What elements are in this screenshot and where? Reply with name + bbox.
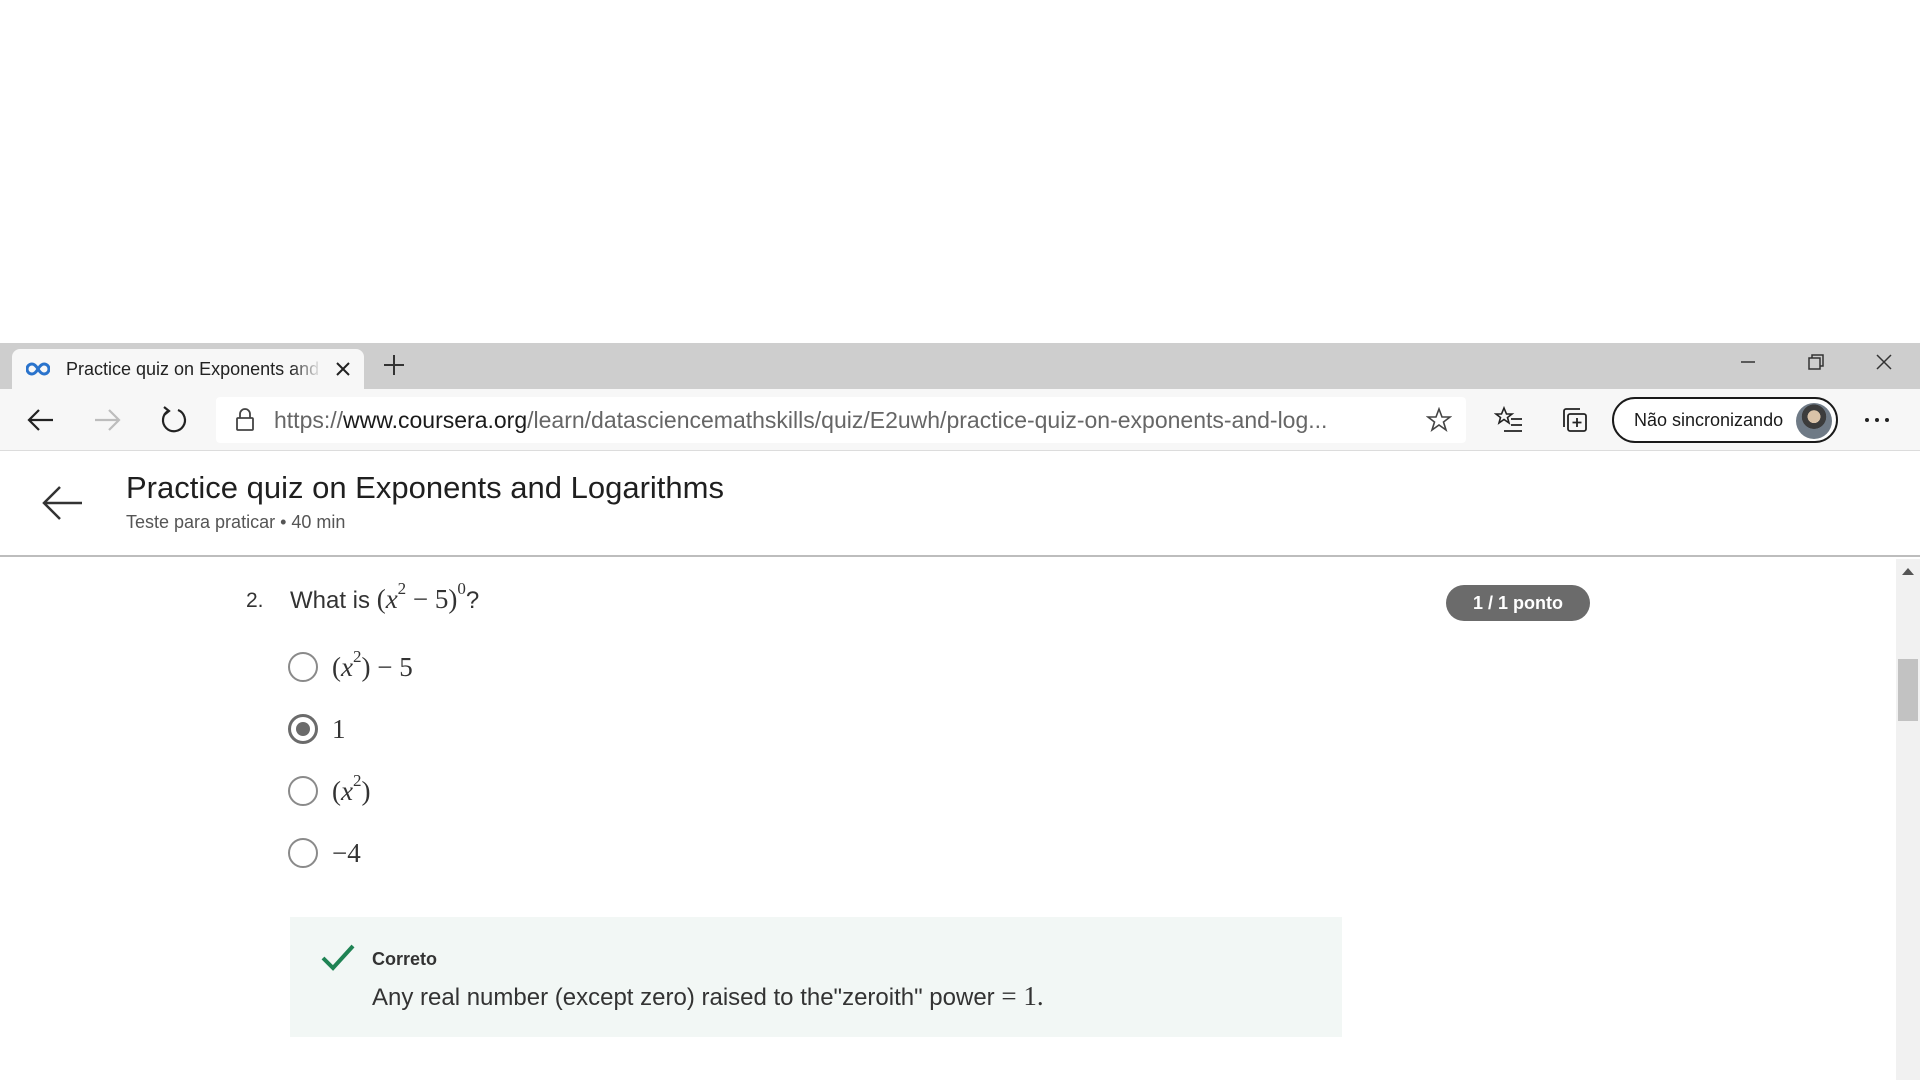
radio-button-selected[interactable]: [288, 714, 318, 744]
plus-icon[interactable]: [382, 353, 406, 377]
url-scheme: https://: [274, 406, 344, 433]
url-host: www.coursera.org: [343, 406, 528, 433]
browser-toolbar: https://www.coursera.org/learn/datascien…: [0, 389, 1920, 451]
page-header: Practice quiz on Exponents and Logarithm…: [0, 452, 1920, 557]
restore-icon[interactable]: [1798, 349, 1834, 375]
option-label: 1: [332, 713, 346, 744]
answer-option-b[interactable]: 1: [288, 709, 346, 749]
answer-option-c[interactable]: (x2): [288, 771, 370, 811]
collections-icon[interactable]: [1556, 401, 1594, 439]
question-math: (x2 − 5)0: [376, 579, 466, 614]
tab-strip: Practice quiz on Exponents and Logarithm…: [0, 343, 1920, 389]
page-title: Practice quiz on Exponents and Logarithm…: [126, 470, 724, 505]
feedback-explanation: Any real number (except zero) raised to …: [372, 984, 995, 1011]
scroll-thumb[interactable]: [1898, 659, 1918, 721]
radio-button[interactable]: [288, 652, 318, 682]
sync-profile-button[interactable]: Não sincronizando: [1612, 397, 1838, 443]
back-arrow-icon[interactable]: [40, 480, 86, 526]
window-close-icon[interactable]: [1866, 349, 1902, 375]
question-prefix: What is: [290, 587, 371, 614]
scrollbar[interactable]: [1896, 559, 1920, 1080]
page-subtitle: Teste para praticar • 40 min: [126, 512, 346, 532]
tab-title: Practice quiz on Exponents and Logarithm…: [66, 358, 322, 379]
favorites-icon[interactable]: [1490, 401, 1528, 439]
sync-label: Não sincronizando: [1634, 409, 1784, 430]
question-number: 2.: [246, 589, 264, 612]
option-label: (x2) − 5: [332, 647, 413, 682]
minimize-icon[interactable]: [1730, 349, 1766, 375]
feedback-text: Any real number (except zero) raised to …: [372, 981, 1044, 1012]
checkmark-icon: [321, 944, 355, 971]
radio-button[interactable]: [288, 776, 318, 806]
refresh-icon[interactable]: [154, 401, 192, 439]
forward-arrow-icon[interactable]: [88, 401, 126, 439]
option-label: (x2): [332, 771, 371, 806]
answer-option-d[interactable]: −4: [288, 833, 361, 873]
close-icon[interactable]: [332, 358, 354, 380]
feedback-box: Correto Any real number (except zero) ra…: [290, 917, 1342, 1037]
address-bar[interactable]: https://www.coursera.org/learn/datascien…: [216, 397, 1466, 443]
quiz-content: 2. What is (x2 − 5)0? 1 / 1 ponto (x2) −…: [0, 559, 1896, 1080]
browser-tab[interactable]: Practice quiz on Exponents and Logarithm…: [12, 349, 364, 389]
avatar: [1796, 403, 1832, 439]
question-text: What is (x2 − 5)0?: [290, 579, 480, 614]
more-icon[interactable]: [1858, 401, 1896, 439]
option-label: −4: [332, 837, 361, 868]
star-icon[interactable]: [1426, 407, 1452, 433]
points-badge: 1 / 1 ponto: [1446, 585, 1590, 621]
url-path: /learn/datasciencemathskills/quiz/E2uwh/…: [527, 406, 1328, 433]
radio-button[interactable]: [288, 838, 318, 868]
blank-area: [0, 0, 1920, 343]
scroll-up-arrow-icon[interactable]: [1900, 565, 1916, 577]
back-arrow-icon[interactable]: [22, 401, 60, 439]
url-text[interactable]: https://www.coursera.org/learn/datascien…: [274, 407, 1394, 434]
answer-option-a[interactable]: (x2) − 5: [288, 647, 413, 687]
feedback-equals: = 1.: [1001, 981, 1044, 1011]
feedback-title: Correto: [372, 949, 438, 969]
coursera-logo-icon: [26, 362, 50, 376]
lock-icon[interactable]: [234, 408, 256, 432]
